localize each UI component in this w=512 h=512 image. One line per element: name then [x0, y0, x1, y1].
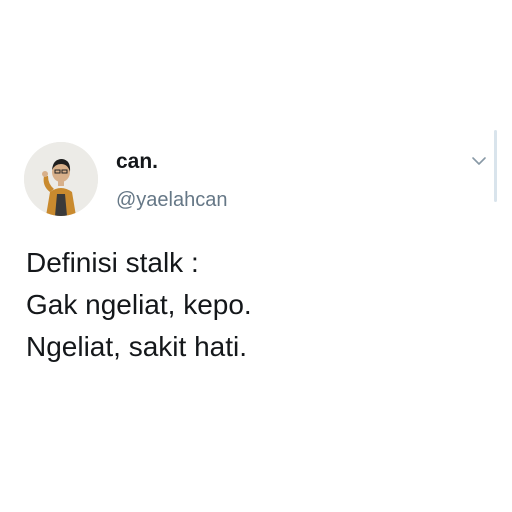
tweet-text-line: Definisi stalk : — [26, 247, 199, 278]
tweet-text-line: Gak ngeliat, kepo. — [26, 289, 252, 320]
tweet-menu-button[interactable] — [468, 150, 490, 172]
screenshot-canvas: can. @yaelahcan Definisi stalk : Gak nge… — [0, 0, 512, 512]
avatar[interactable] — [24, 142, 98, 216]
author-handle[interactable]: @yaelahcan — [116, 188, 227, 212]
tweet-text-line: Ngeliat, sakit hati. — [26, 331, 247, 362]
tweet-text: Definisi stalk : Gak ngeliat, kepo. Ngel… — [26, 242, 486, 368]
avatar-photo-icon — [24, 142, 98, 216]
tweet-card[interactable]: can. @yaelahcan Definisi stalk : Gak nge… — [0, 0, 512, 512]
scrollbar[interactable] — [494, 130, 497, 202]
author-display-name[interactable]: can. — [116, 150, 158, 174]
chevron-down-icon — [472, 157, 486, 165]
